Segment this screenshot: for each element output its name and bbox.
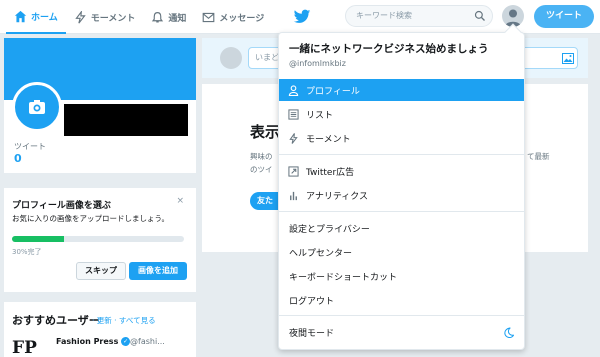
verified-badge-icon: ✓ — [121, 337, 131, 346]
timeline-text: 興味の のツイ — [250, 150, 273, 176]
profile-photo-prompt: プロフィール画像を選ぶ × お気に入りの画像をアップロードしましょう。 30%完… — [4, 188, 196, 292]
nav-moments-label: モーメント — [90, 13, 136, 24]
nav-moments[interactable]: モーメント — [66, 0, 144, 34]
lightning-icon — [289, 132, 298, 144]
nav-home[interactable]: ホーム — [6, 0, 66, 34]
recommended-user-name-text: Fashion Press — [56, 337, 119, 346]
recommended-user-name[interactable]: Fashion Press ✓ — [56, 337, 131, 346]
camera-icon — [29, 100, 45, 114]
prompt-text: お気に入りの画像をアップロードしましょう。 — [12, 214, 170, 223]
timeline-text-line2: のツイ — [250, 165, 273, 174]
menu-item-label: 夜間モード — [289, 328, 335, 339]
home-icon — [14, 10, 27, 22]
menu-divider — [279, 315, 524, 316]
timeline-heading: 表示 — [250, 123, 281, 141]
image-icon[interactable] — [562, 53, 574, 64]
prompt-title: プロフィール画像を選ぶ — [12, 201, 111, 211]
menu-item-label: リスト — [306, 110, 334, 121]
bell-icon — [152, 11, 164, 23]
menu-item-label: 設定とプライバシー — [289, 224, 370, 235]
profile-card: ツイート 0 — [4, 38, 196, 173]
find-friends-button[interactable]: 友た — [250, 192, 280, 210]
recommended-users-card: おすすめユーザー · 更新 · すべて見る FP Fashion Press ✓… — [4, 302, 196, 357]
search-input[interactable]: キーワード検索 — [345, 5, 493, 27]
menu-item-label: アナリティクス — [306, 191, 369, 202]
nav-home-label: ホーム — [31, 12, 58, 23]
recommended-links[interactable]: · 更新 · すべて見る — [92, 315, 156, 326]
tweet-button[interactable]: ツイート — [534, 5, 594, 28]
menu-item-analytics[interactable]: アナリティクス — [279, 184, 524, 206]
progress-bar — [12, 236, 184, 242]
nav-messages[interactable]: メッセージ — [194, 0, 272, 34]
add-image-button[interactable]: 画像を追加 — [129, 262, 187, 280]
menu-item-label: Twitter広告 — [306, 167, 355, 178]
menu-item-lists[interactable]: リスト — [279, 103, 524, 125]
envelope-icon — [203, 12, 215, 22]
fashion-press-logo[interactable]: FP — [12, 338, 48, 357]
menu-item-profile[interactable]: プロフィール — [279, 79, 524, 101]
person-icon — [288, 84, 299, 96]
nav-messages-label: メッセージ — [219, 13, 265, 24]
search-placeholder: キーワード検索 — [356, 11, 412, 20]
menu-divider — [279, 154, 524, 155]
compose-avatar — [220, 47, 242, 69]
close-icon[interactable]: × — [176, 196, 184, 206]
account-display-name[interactable]: 一緒にネットワークビジネス始めましょう — [289, 41, 489, 56]
skip-button[interactable]: スキップ — [76, 262, 126, 280]
menu-item-label: キーボードショートカット — [289, 272, 398, 283]
menu-item-keyboard-shortcuts[interactable]: キーボードショートカット — [279, 265, 524, 287]
list-icon — [288, 108, 299, 120]
tweets-label[interactable]: ツイート — [14, 141, 46, 152]
menu-item-label: プロフィール — [306, 86, 360, 97]
profile-avatar[interactable] — [12, 82, 62, 132]
recommended-user-handle[interactable]: @fashi... — [130, 337, 165, 346]
menu-item-label: ログアウト — [289, 296, 335, 307]
menu-item-twitter-ads[interactable]: Twitter広告 — [279, 160, 524, 182]
menu-item-logout[interactable]: ログアウト — [279, 289, 524, 311]
progress-fill — [12, 236, 64, 242]
menu-item-night-mode[interactable]: 夜間モード — [279, 321, 524, 343]
nav-notifications-label: 通知 — [168, 13, 187, 24]
menu-item-moments[interactable]: モーメント — [279, 127, 524, 149]
tweets-count[interactable]: 0 — [14, 152, 22, 165]
menu-item-label: モーメント — [306, 134, 351, 145]
nav-notifications[interactable]: 通知 — [143, 0, 194, 34]
moon-icon[interactable] — [503, 326, 514, 338]
main-nav: ホーム モーメント 通知 メッセージ — [6, 0, 272, 34]
recommended-title: おすすめユーザー — [12, 314, 100, 327]
menu-item-help-center[interactable]: ヘルプセンター — [279, 241, 524, 263]
menu-divider — [279, 211, 524, 212]
menu-item-label: ヘルプセンター — [289, 248, 353, 259]
bar-chart-icon — [290, 191, 297, 200]
menu-item-settings[interactable]: 設定とプライバシー — [279, 217, 524, 239]
redacted-name — [64, 104, 188, 136]
account-handle: @infomlmkbiz — [289, 59, 346, 68]
account-dropdown-menu: 一緒にネットワークビジネス始めましょう @infomlmkbiz プロフィール … — [278, 23, 525, 350]
external-link-icon — [288, 165, 299, 177]
lightning-icon — [75, 10, 86, 24]
timeline-text-line1: 興味の — [250, 152, 273, 161]
progress-label: 30%完了 — [12, 248, 42, 256]
timeline-text-right: て最新 — [527, 152, 550, 161]
twitter-bird-icon[interactable] — [293, 9, 311, 25]
search-icon[interactable] — [474, 10, 486, 22]
